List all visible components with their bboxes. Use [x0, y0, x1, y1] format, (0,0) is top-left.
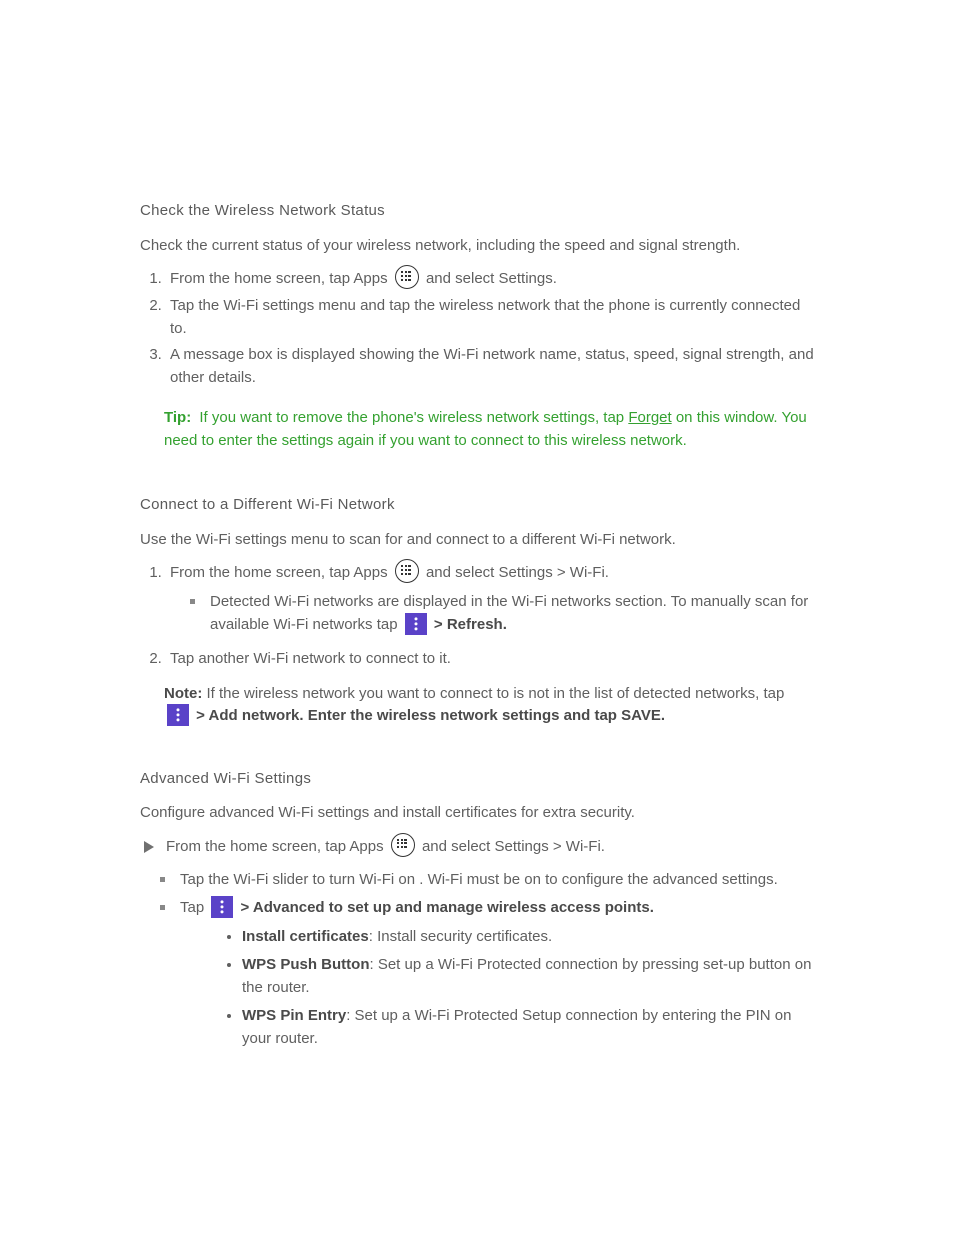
step-1-prefix: From the home screen, tap Apps [170, 270, 388, 287]
note-text: If the wireless network you want to conn… [207, 685, 785, 702]
intro-connect-diff: Use the Wi-Fi settings menu to scan for … [140, 529, 814, 552]
lead-suffix: and select Settings > Wi-Fi. [422, 837, 605, 854]
advanced-itemB-suffix: > Advanced to set up and manage wireless… [241, 899, 654, 916]
tip-text: If you want to remove the phone's wirele… [199, 409, 624, 426]
steps-check-status: From the home screen, tap Apps and selec… [140, 267, 814, 389]
advanced-itemB: Tap > Advanced to set up and manage wire… [176, 897, 814, 1050]
more-icon [167, 704, 189, 726]
more-icon [211, 896, 233, 918]
note-suffix: > Add network. Enter the wireless networ… [196, 707, 665, 724]
sub-wps-pin-strong: WPS Pin Entry [242, 1007, 346, 1024]
intro-check-status: Check the current status of your wireles… [140, 235, 814, 258]
lead-prefix: From the home screen, tap Apps [166, 837, 384, 854]
heading-check-status: Check the Wireless Network Status [140, 200, 814, 223]
content-area: Check the Wireless Network Status Check … [140, 200, 814, 1050]
note-block: Note: If the wireless network you want t… [164, 683, 814, 728]
advanced-itemB-prefix: Tap [180, 899, 204, 916]
heading-connect-diff: Connect to a Different Wi-Fi Network [140, 494, 814, 517]
step-2: Tap the Wi-Fi settings menu and tap the … [166, 295, 814, 340]
apps-icon [395, 265, 419, 289]
step2-1-sub-text1: Detected Wi-Fi networks are displayed in… [210, 593, 808, 610]
sub-cert-strong: Install certificates [242, 928, 369, 945]
step2-1-sub: Detected Wi-Fi networks are displayed in… [170, 591, 814, 636]
intro-advanced: Configure advanced Wi-Fi settings and in… [140, 802, 814, 825]
sub-cert-rest: : Install security certificates. [369, 928, 552, 945]
apps-icon [391, 833, 415, 857]
step2-1-sub-text2: available Wi-Fi networks tap [210, 616, 398, 633]
lead-block: From the home screen, tap Apps and selec… [140, 835, 814, 859]
sub-wps-push: WPS Push Button: Set up a Wi-Fi Protecte… [242, 954, 814, 999]
tip-forget-link[interactable]: Forget [628, 409, 671, 426]
advanced-bullets: Tap the Wi-Fi slider to turn Wi-Fi on . … [140, 869, 814, 1051]
tip-after2: network. [630, 432, 687, 449]
tip-label: Tip: [164, 409, 191, 426]
sub-wps-pin: WPS Pin Entry: Set up a Wi-Fi Protected … [242, 1005, 814, 1050]
step2-1: From the home screen, tap Apps and selec… [166, 561, 814, 636]
step2-1-sub-item: Detected Wi-Fi networks are displayed in… [206, 591, 814, 636]
heading-advanced: Advanced Wi-Fi Settings [140, 768, 814, 791]
tip-block: Tip: If you want to remove the phone's w… [164, 407, 814, 452]
advanced-itemA-before: Tap the Wi-Fi slider to turn Wi-Fi on [180, 871, 419, 888]
step2-1-prefix: From the home screen, tap Apps [170, 564, 388, 581]
steps-connect-diff: From the home screen, tap Apps and selec… [140, 561, 814, 671]
step2-1-suffix: and select Settings > Wi-Fi. [426, 564, 609, 581]
apps-icon [395, 559, 419, 583]
document-page: Check the Wireless Network Status Check … [0, 0, 954, 1235]
step2-2: Tap another Wi-Fi network to connect to … [166, 648, 814, 671]
step-1-suffix: and select Settings. [426, 270, 557, 287]
advanced-itemA: Tap the Wi-Fi slider to turn Wi-Fi on . … [176, 869, 814, 892]
more-icon [405, 613, 427, 635]
note-label: Note: [164, 685, 202, 702]
sub-cert: Install certificates: Install security c… [242, 926, 814, 949]
advanced-itemA-after: . Wi-Fi must be on to configure the adva… [419, 871, 778, 888]
step-3: A message box is displayed showing the W… [166, 344, 814, 389]
step-1: From the home screen, tap Apps and selec… [166, 267, 814, 291]
sub-wps-push-strong: WPS Push Button [242, 956, 370, 973]
advanced-sublist: Install certificates: Install security c… [180, 926, 814, 1051]
step2-1-sub-suffix: > Refresh. [434, 616, 507, 633]
